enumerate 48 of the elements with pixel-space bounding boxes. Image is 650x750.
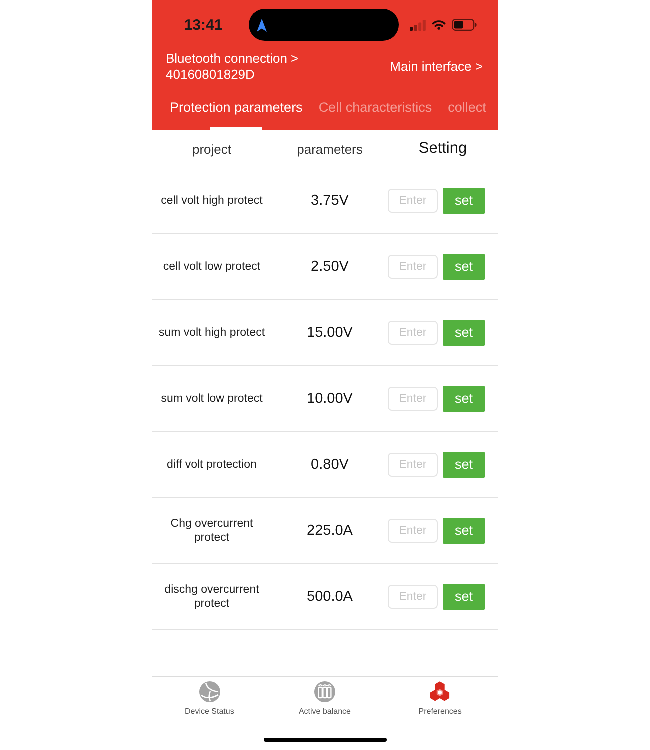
value-input[interactable]: Enter	[388, 452, 438, 476]
value-input[interactable]: Enter	[388, 254, 438, 278]
column-header: project	[192, 142, 232, 156]
set-button[interactable]: set	[443, 584, 485, 610]
globe-icon	[198, 681, 221, 703]
set-button[interactable]: set	[443, 188, 485, 214]
value-input[interactable]: Enter	[388, 518, 438, 542]
wifi-icon	[432, 20, 446, 30]
nav-tab[interactable]: Device Status	[184, 677, 234, 717]
hexagon-cluster-icon	[429, 681, 452, 703]
parameter-name: sum volt high protect	[158, 326, 266, 340]
value-input[interactable]: Enter	[388, 188, 438, 212]
status-time: 13:41	[183, 16, 223, 34]
parameter-value: 15.00V	[307, 324, 353, 340]
parameter-value: 2.50V	[311, 258, 349, 274]
column-header: parameters	[297, 142, 363, 156]
nav-tab[interactable]: Active balance	[298, 677, 351, 717]
value-input[interactable]: Enter	[388, 386, 438, 410]
parameter-name: diff volt protection	[167, 458, 257, 472]
set-button[interactable]: set	[443, 254, 485, 280]
value-input[interactable]: Enter	[388, 584, 438, 608]
main-interface-link[interactable]: Main interface >	[390, 59, 483, 75]
parameter-value: 500.0A	[307, 588, 353, 604]
battery-icon	[452, 19, 477, 31]
signal-icon	[410, 20, 426, 30]
set-button[interactable]: set	[443, 452, 485, 478]
parameter-name: sum volt low protect	[161, 392, 263, 406]
parameter-value: 0.80V	[311, 456, 349, 472]
location-arrow-icon	[257, 18, 267, 32]
set-button[interactable]: set	[443, 320, 485, 346]
tab[interactable]: collect	[448, 84, 486, 130]
tab[interactable]: Cell characteristics	[318, 84, 432, 130]
column-header: Setting	[418, 140, 468, 158]
parameter-name: Chg overcurrent protect	[170, 516, 254, 544]
parameter-name: dischg overcurrent protect	[164, 582, 260, 610]
device-id: 40160801829D	[166, 67, 255, 83]
value-input[interactable]: Enter	[388, 320, 438, 344]
set-button[interactable]: set	[443, 386, 485, 412]
parameter-value: 3.75V	[311, 192, 349, 208]
tab[interactable]: Protection parameters	[170, 84, 303, 130]
bluetooth-connection-link[interactable]: Bluetooth connection >	[166, 51, 299, 67]
parameter-value: 225.0A	[307, 522, 353, 538]
battery-cells-icon	[314, 681, 336, 703]
parameter-value: 10.00V	[307, 390, 353, 406]
nav-tab[interactable]: Preferences	[418, 677, 462, 717]
parameter-name: cell volt high protect	[161, 194, 263, 208]
parameter-name: cell volt low protect	[163, 260, 261, 274]
set-button[interactable]: set	[443, 518, 485, 544]
